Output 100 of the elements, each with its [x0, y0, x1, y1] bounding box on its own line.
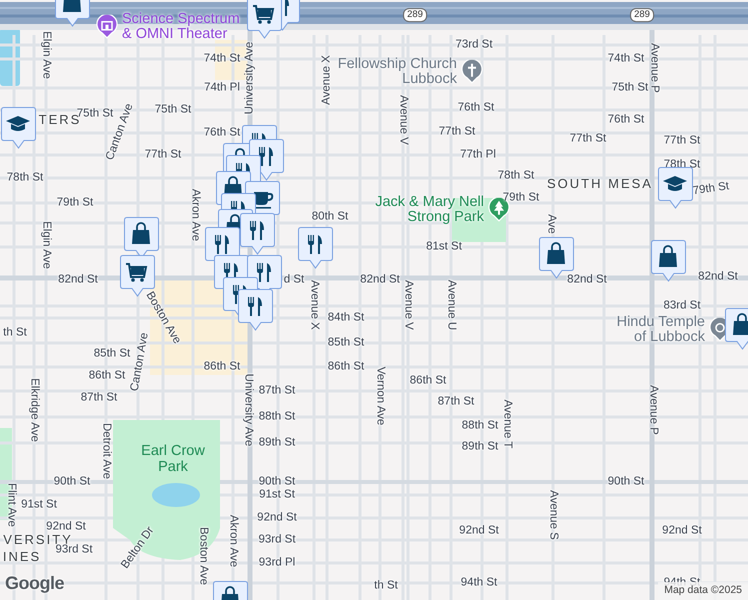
street-label: 93rd St: [55, 544, 93, 556]
fork-knife-icon: [250, 221, 264, 240]
street-label: Avenue X: [320, 55, 334, 105]
map-attribution: Map data ©2025: [658, 582, 748, 600]
street-label: 93rd St: [258, 534, 296, 546]
fork-knife-icon: [308, 235, 322, 254]
graduation-cap-icon: [663, 176, 687, 191]
place-label[interactable]: Hindu Temple of Lubbock: [605, 314, 705, 346]
street-label: 79th St: [502, 192, 540, 204]
street-label: 78th St: [6, 172, 44, 184]
shopping-bag-icon: [547, 242, 565, 264]
place-label[interactable]: Science Spectrum & OMNI Theater: [122, 12, 244, 42]
street-label: 87th St: [438, 396, 474, 408]
street-label: 93rd Pl: [258, 556, 296, 570]
district-label: SOUTH MESA: [547, 176, 653, 192]
street-label: 77th Pl: [460, 148, 496, 162]
shopping-bag-icon: [733, 313, 748, 335]
street-label: 76th St: [608, 114, 644, 126]
street-label: 89th St: [258, 436, 296, 450]
map-marker[interactable]: [247, 0, 282, 39]
street-label: Ave: [544, 214, 558, 234]
street-label: Elgin Ave: [40, 221, 52, 269]
route-shield: 289: [403, 8, 427, 22]
street-label: 77th St: [570, 132, 606, 146]
street-label: 79th St: [56, 196, 94, 210]
street-label: 90th St: [608, 476, 644, 488]
street-label: 86th St: [328, 360, 364, 374]
street-label: University Ave: [242, 374, 254, 446]
shopping-bag-icon: [63, 0, 81, 12]
street-label: th St: [374, 580, 398, 592]
street-label: 76th St: [204, 126, 240, 140]
street-label: 75th St: [154, 104, 192, 116]
street-label: 80th St: [312, 210, 348, 224]
map-marker[interactable]: [298, 227, 333, 269]
street-label: 87th St: [258, 384, 296, 398]
street-label: 77th St: [144, 148, 182, 162]
fork-knife-icon: [259, 147, 273, 166]
shopping-cart-icon: [253, 5, 274, 24]
street-label: Avenue S: [546, 490, 560, 540]
route-shield: 289: [630, 8, 654, 22]
street-label: 86th St: [410, 374, 446, 388]
street-label: University Ave: [244, 42, 256, 114]
street-label: 86th St: [88, 370, 126, 382]
street-label: 79th St: [692, 180, 730, 198]
street-label: 78th St: [498, 170, 534, 182]
street-label: 75th St: [612, 82, 648, 94]
street-label: 77th St: [438, 126, 476, 138]
street-label: Detroit Ave: [100, 422, 112, 480]
street-label: 91st St: [21, 498, 57, 512]
shopping-bag-icon: [132, 222, 150, 244]
street-label: Akron Ave: [188, 188, 202, 242]
street-label: Avenue T: [500, 400, 514, 448]
street-label: Avenue P: [646, 385, 660, 435]
map-marker[interactable]: [651, 240, 686, 282]
street-label: 82nd St: [360, 274, 400, 286]
street-label: 75th St: [76, 108, 114, 120]
street-label: 92nd St: [257, 512, 297, 524]
shopping-bag-icon: [221, 586, 239, 600]
cross-icon: [461, 60, 483, 84]
fork-knife-icon: [248, 297, 262, 316]
street-label: 86th St: [204, 360, 240, 374]
street-label: 74th St: [204, 52, 240, 66]
lake: [152, 483, 200, 507]
street-label: Avenue V: [396, 95, 410, 145]
street-label: 77th St: [664, 134, 700, 148]
street-label: 85th St: [94, 348, 130, 360]
map-marker[interactable]: [658, 167, 693, 209]
street-label: 85th St: [328, 336, 364, 350]
street-label: 82nd St: [58, 274, 98, 286]
street-label: Avenue V: [402, 280, 414, 330]
logo: Google: [5, 572, 64, 595]
street-label: 73rd St: [455, 38, 493, 52]
street-label: 87th St: [80, 392, 118, 404]
street-label: 83rd St: [663, 300, 701, 312]
map-marker[interactable]: [238, 289, 273, 331]
street-label: 88th St: [258, 410, 296, 424]
graduation-cap-icon: [6, 116, 30, 131]
street-label: 92nd St: [662, 524, 702, 538]
street-label: 74th Pl: [204, 82, 240, 94]
street-label: Avenue U: [444, 280, 458, 330]
place-label[interactable]: Jack & Mary Nell Strong Park: [354, 194, 484, 226]
street-label: 81st St: [426, 240, 462, 254]
street-label: 91st St: [259, 488, 295, 502]
park-label: Earl Crow Park: [140, 444, 206, 476]
fork-knife-icon: [257, 263, 271, 282]
street-label: 89th St: [462, 440, 498, 454]
street-label: 76th St: [458, 102, 494, 114]
street-label: Boston Ave: [196, 527, 210, 585]
street-label: th St: [3, 326, 27, 340]
map-marker[interactable]: [1, 107, 36, 149]
place-label[interactable]: Fellowship Church Lubbock: [337, 56, 457, 88]
map-marker[interactable]: [240, 213, 275, 255]
street-label: 90th St: [258, 476, 296, 488]
street-label: 74th St: [608, 52, 644, 66]
street-label: Vernon Ave: [374, 366, 386, 426]
street-label: 82nd St: [567, 274, 607, 286]
street-label: 90th St: [54, 476, 90, 488]
street-label: Akron Ave: [226, 514, 240, 568]
street-label: Elkridge Ave: [28, 378, 40, 442]
street-label: Flint Ave: [4, 483, 18, 527]
